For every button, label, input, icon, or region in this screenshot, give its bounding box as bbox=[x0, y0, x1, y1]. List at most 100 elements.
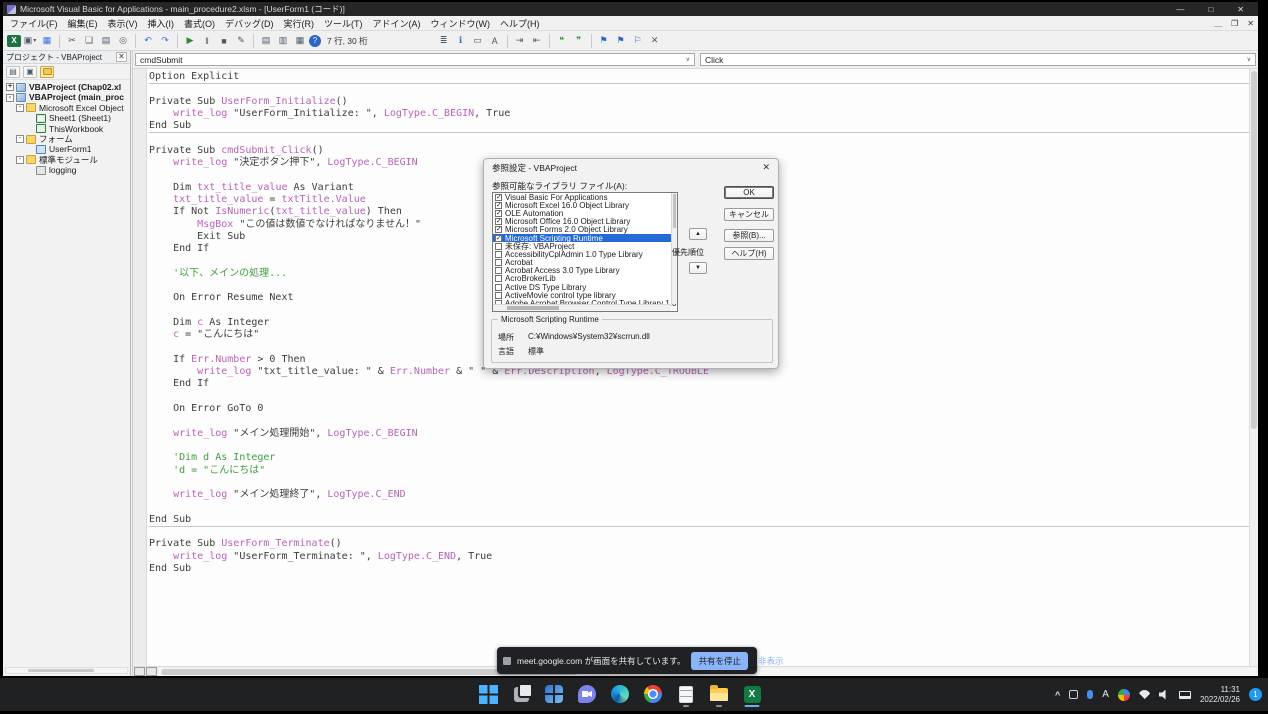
code-vertical-scrollbar[interactable] bbox=[1249, 69, 1258, 666]
menu-item[interactable]: 編集(E) bbox=[63, 17, 103, 30]
mdi-close-button[interactable]: ✕ bbox=[1247, 19, 1254, 28]
properties-window-button[interactable]: ▥ bbox=[275, 33, 291, 48]
previous-bookmark-button[interactable]: ⚐ bbox=[630, 33, 646, 48]
insert-userform-button[interactable]: ▣▾ bbox=[22, 33, 38, 48]
menu-item[interactable]: 実行(R) bbox=[279, 17, 320, 30]
outdent-button[interactable]: ⇤ bbox=[529, 33, 545, 48]
ime-indicator[interactable]: A bbox=[1102, 689, 1109, 700]
complete-word-button[interactable]: A bbox=[487, 33, 503, 48]
checked-checkbox-icon[interactable]: ✓ bbox=[495, 235, 502, 242]
clock[interactable]: 11:31 2022/02/26 bbox=[1200, 685, 1240, 704]
menu-item[interactable]: ツール(T) bbox=[319, 17, 368, 30]
notification-badge[interactable]: 1 bbox=[1249, 688, 1262, 701]
menu-item[interactable]: アドイン(A) bbox=[368, 17, 426, 30]
paste-button[interactable]: ▤ bbox=[98, 33, 114, 48]
scrollbar-thumb[interactable] bbox=[28, 669, 95, 672]
uncomment-block-button[interactable]: ❞ bbox=[571, 33, 587, 48]
tree-item[interactable]: -標準モジュール bbox=[3, 155, 130, 165]
project-horizontal-scrollbar[interactable] bbox=[5, 667, 128, 674]
project-explorer-close-button[interactable]: ✕ bbox=[116, 52, 127, 62]
excel-button[interactable]: X bbox=[739, 681, 765, 707]
checked-checkbox-icon[interactable]: ✓ bbox=[495, 226, 502, 233]
next-bookmark-button[interactable]: ⚑ bbox=[613, 33, 629, 48]
wifi-icon[interactable] bbox=[1139, 690, 1150, 699]
scrollbar-thumb[interactable] bbox=[507, 306, 559, 310]
checked-checkbox-icon[interactable]: ✓ bbox=[495, 218, 502, 225]
tree-item[interactable]: -Microsoft Excel Object bbox=[3, 103, 130, 113]
volume-icon[interactable] bbox=[1159, 690, 1170, 700]
references-list[interactable]: ✓Visual Basic For Applications✓Microsoft… bbox=[492, 192, 678, 312]
unchecked-checkbox-icon[interactable] bbox=[495, 267, 502, 274]
close-button[interactable]: ✕ bbox=[1237, 5, 1244, 14]
maximize-button[interactable]: □ bbox=[1208, 5, 1213, 14]
checked-checkbox-icon[interactable]: ✓ bbox=[495, 194, 502, 201]
help-button[interactable]: ヘルプ(H) bbox=[724, 247, 774, 260]
file-explorer-button[interactable] bbox=[706, 681, 732, 707]
checked-checkbox-icon[interactable]: ✓ bbox=[495, 210, 502, 217]
unchecked-checkbox-icon[interactable] bbox=[495, 243, 502, 250]
hidden-icons-chevron[interactable]: ^ bbox=[1055, 690, 1060, 700]
collapse-icon[interactable]: - bbox=[16, 156, 24, 164]
menu-item[interactable]: 挿入(I) bbox=[143, 17, 180, 30]
redo-button[interactable]: ↷ bbox=[157, 33, 173, 48]
run-button[interactable]: ▶ bbox=[182, 33, 198, 48]
menu-item[interactable]: 表示(V) bbox=[103, 17, 143, 30]
tree-item[interactable]: UserForm1 bbox=[3, 144, 130, 154]
teams-chat-button[interactable] bbox=[574, 681, 600, 707]
tree-item[interactable]: +VBAProject (Chap02.xl bbox=[3, 82, 130, 92]
view-object-button[interactable]: ▣ bbox=[23, 66, 37, 78]
task-view-button[interactable] bbox=[508, 681, 534, 707]
indent-button[interactable]: ⇥ bbox=[512, 33, 528, 48]
unchecked-checkbox-icon[interactable] bbox=[495, 284, 502, 291]
list-horizontal-scrollbar[interactable] bbox=[493, 304, 671, 311]
unchecked-checkbox-icon[interactable] bbox=[495, 292, 502, 299]
cancel-button[interactable]: キャンセル bbox=[724, 208, 774, 221]
priority-down-button[interactable]: ▼ bbox=[689, 262, 707, 274]
procedure-view-button[interactable] bbox=[134, 667, 145, 676]
design-mode-button[interactable]: ✎ bbox=[233, 33, 249, 48]
help-button[interactable]: ? bbox=[309, 35, 321, 47]
tree-item[interactable]: Sheet1 (Sheet1) bbox=[3, 113, 130, 123]
menu-item[interactable]: 書式(O) bbox=[179, 17, 220, 30]
tray-device-icon[interactable] bbox=[1069, 690, 1078, 699]
collapse-icon[interactable]: - bbox=[6, 94, 14, 102]
find-button[interactable]: ◎ bbox=[115, 33, 131, 48]
menu-item[interactable]: デバッグ(D) bbox=[220, 17, 279, 30]
tree-item[interactable]: ThisWorkbook bbox=[3, 124, 130, 134]
scrollbar-thumb[interactable] bbox=[1251, 71, 1257, 429]
copy-button[interactable]: ❏ bbox=[81, 33, 97, 48]
edge-button[interactable] bbox=[607, 681, 633, 707]
browse-button[interactable]: 参照(B)... bbox=[724, 229, 774, 242]
menu-item[interactable]: ウィンドウ(W) bbox=[426, 17, 496, 30]
menu-item[interactable]: ファイル(F) bbox=[5, 17, 63, 30]
reset-button[interactable]: ■ bbox=[216, 33, 232, 48]
ok-button[interactable]: OK bbox=[724, 186, 774, 199]
object-browser-button[interactable]: ▦ bbox=[292, 33, 308, 48]
priority-up-button[interactable]: ▲ bbox=[689, 228, 707, 240]
minimize-button[interactable]: — bbox=[1176, 5, 1184, 14]
start-button[interactable] bbox=[475, 681, 501, 707]
hide-banner-button[interactable]: 非表示 bbox=[754, 652, 788, 670]
notepad-button[interactable] bbox=[673, 681, 699, 707]
event-dropdown[interactable]: Click ∨ bbox=[700, 53, 1256, 66]
parameter-info-button[interactable]: ▭ bbox=[470, 33, 486, 48]
cut-button[interactable]: ✂ bbox=[64, 33, 80, 48]
mdi-restore-button[interactable]: ❐ bbox=[1231, 19, 1238, 28]
laptop-icon[interactable] bbox=[1179, 691, 1191, 699]
save-button[interactable]: ▦ bbox=[39, 33, 55, 48]
unchecked-checkbox-icon[interactable] bbox=[495, 251, 502, 258]
expand-icon[interactable]: + bbox=[6, 83, 14, 91]
account-icon[interactable] bbox=[1118, 689, 1130, 701]
stop-sharing-button[interactable]: 共有を停止 bbox=[691, 652, 748, 670]
unchecked-checkbox-icon[interactable] bbox=[495, 259, 502, 266]
chrome-button[interactable] bbox=[640, 681, 666, 707]
project-explorer-button[interactable]: ▤ bbox=[258, 33, 274, 48]
view-code-button[interactable]: ▤ bbox=[6, 66, 20, 78]
tree-item[interactable]: -フォーム bbox=[3, 134, 130, 144]
collapse-icon[interactable]: - bbox=[16, 135, 24, 143]
quick-info-button[interactable]: ℹ bbox=[453, 33, 469, 48]
mdi-minimize-button[interactable]: ＿ bbox=[1214, 18, 1222, 29]
break-button[interactable]: ‖ bbox=[199, 33, 215, 48]
tree-item[interactable]: logging bbox=[3, 165, 130, 175]
object-dropdown[interactable]: cmdSubmit ∨ bbox=[135, 53, 695, 66]
